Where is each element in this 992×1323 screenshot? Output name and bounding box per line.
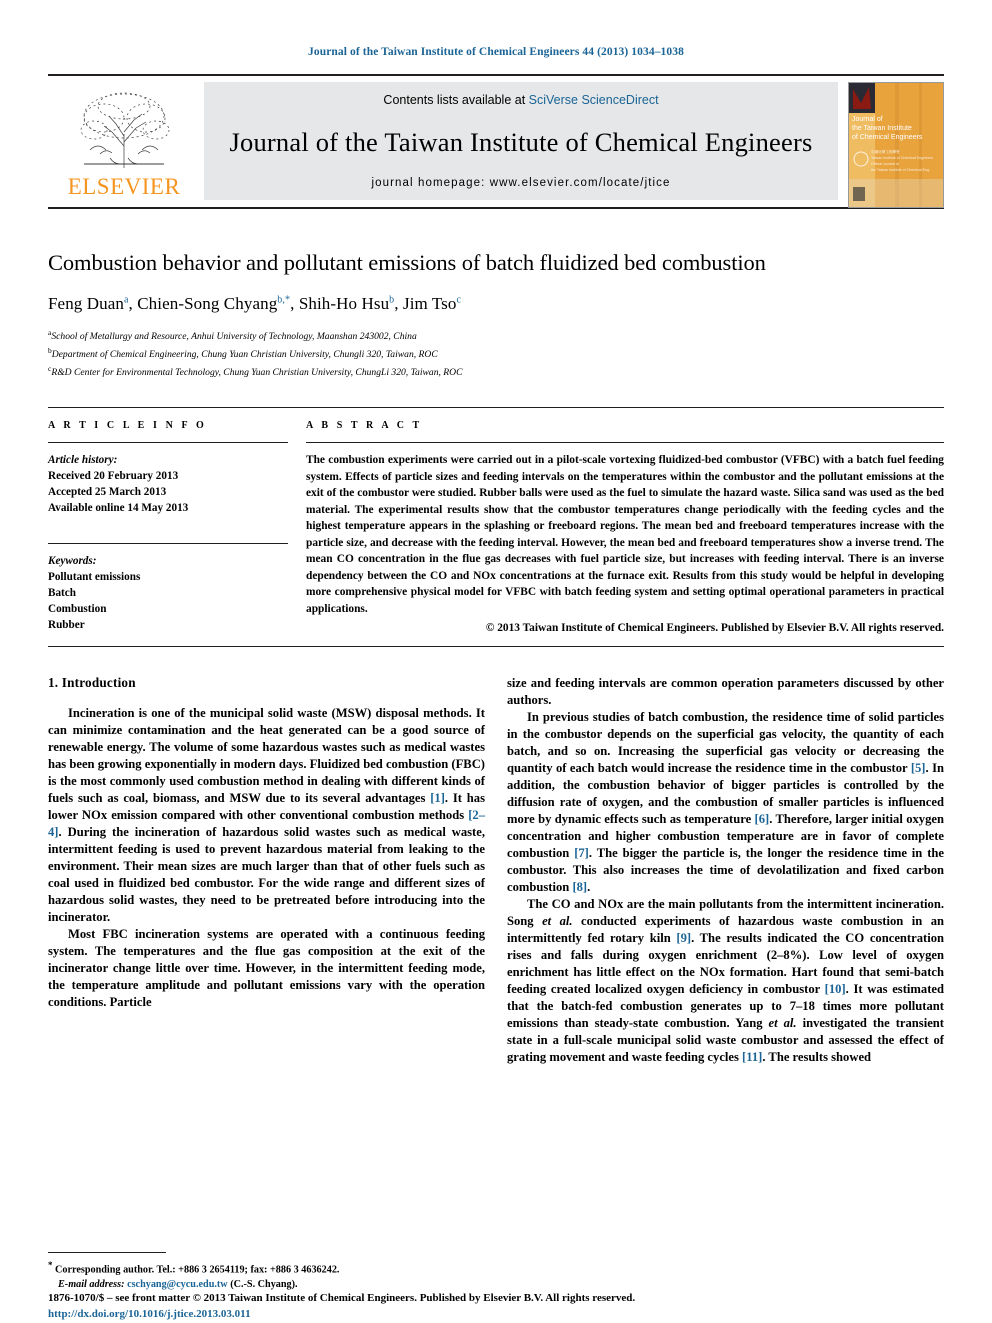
citation-ref[interactable]: [2–4] [48,808,485,839]
article-info-column: A R T I C L E I N F O Article history: R… [48,420,288,634]
article-history: Article history: Received 20 February 20… [48,452,288,516]
history-item: Received 20 February 2013 [48,470,179,483]
author-affil-marker: a [123,294,129,306]
section-heading-introduction: 1. Introduction [48,675,136,691]
citation-ref[interactable]: [1] [430,791,445,805]
corresponding-author-note: * Corresponding author. Tel.: +886 3 265… [48,1259,485,1293]
citation-ref[interactable]: [9] [676,931,691,945]
contents-available-line: Contents lists available at SciVerse Sci… [383,93,658,107]
abstract-heading: A B S T R A C T [306,420,423,432]
abstract-copyright: © 2013 Taiwan Institute of Chemical Engi… [485,622,944,635]
citation-ref[interactable]: [10] [825,982,846,996]
svg-text:Journal of: Journal of [852,116,883,123]
svg-text:Taiwan Institute of Chemical E: Taiwan Institute of Chemical Engineers [871,156,933,160]
paragraph: Most FBC incineration systems are operat… [48,927,485,1010]
svg-text:the Taiwan Institute of Chemic: the Taiwan Institute of Chemical Eng. [871,168,930,172]
paragraph: size and feeding intervals are common op… [507,676,944,708]
email-label: E-mail address: [58,1279,125,1291]
author-affil-marker: b,* [277,294,291,306]
svg-text:中國化學工程學會: 中國化學工程學會 [871,149,900,154]
citation-ref[interactable]: [11] [742,1050,762,1064]
corresponding-author-text: Corresponding author. Tel.: +886 3 26541… [55,1264,340,1276]
body-column-left: 1. Introduction Incineration is one of t… [48,675,485,1066]
masthead-center: Contents lists available at SciVerse Sci… [204,82,838,200]
affiliation-item: cR&D Center for Environmental Technology… [48,363,463,378]
affiliation-marker: c [48,363,52,373]
article-info-rule [48,442,288,444]
keywords-label: Keywords: [48,555,97,568]
journal-title: Journal of the Taiwan Institute of Chemi… [229,126,813,157]
info-abstract-block: A R T I C L E I N F O Article history: R… [48,407,944,634]
journal-homepage-link[interactable]: journal homepage: www.elsevier.com/locat… [371,177,670,189]
citation-ref[interactable]: [8] [572,880,587,894]
contents-prefix: Contents lists available at [383,93,529,107]
citation-ref[interactable]: [6] [755,812,770,826]
footnote-zone: * Corresponding author. Tel.: +886 3 265… [48,1252,485,1293]
footnote-marker: * [48,1260,53,1271]
svg-text:of Chemical Engineers: of Chemical Engineers [852,134,923,141]
keyword-item: Pollutant emissions [48,571,141,584]
email-suffix: (C.-S. Chyang). [230,1279,298,1291]
elsevier-logo: ELSEVIER [48,82,200,200]
keyword-item: Rubber [48,619,85,632]
paragraph: Incineration is one of the municipal sol… [48,706,485,925]
citation-ref[interactable]: [7] [574,846,589,860]
elsevier-tree-icon [80,92,170,168]
author-name: Feng Duana [48,294,129,314]
article-history-label: Article history: [48,454,118,467]
issn-copyright-line: 1876-1070/$ – see front matter © 2013 Ta… [48,1292,636,1305]
keyword-item: Batch [48,587,76,600]
author-name: Chien-Song Chyangb,* [137,294,291,314]
journal-cover-thumbnail[interactable]: Journal of the Taiwan Institute of Chemi… [848,82,944,208]
abstract-rule [306,442,944,444]
history-item: Accepted 25 March 2013 [48,486,167,499]
author-affil-marker: b [389,294,395,306]
body-columns: 1. Introduction Incineration is one of t… [48,675,944,1066]
journal-masthead: ELSEVIER Contents lists available at Sci… [48,74,944,208]
affiliation-marker: b [48,346,52,356]
cover-artwork: Journal of the Taiwan Institute of Chemi… [849,83,943,207]
paragraph: The CO and NOx are the main pollutants f… [507,897,944,1065]
affiliation-marker: a [48,328,52,338]
author-name: Jim Tsoc [402,294,462,314]
article-page: Journal of the Taiwan Institute of Chemi… [0,0,992,1323]
abstract-text: The combustion experiments were carried … [306,454,944,615]
footnote-rule [48,1252,166,1254]
masthead-bottom-rule [48,207,944,209]
page-footer: 1876-1070/$ – see front matter © 2013 Ta… [48,1291,948,1323]
running-head: Journal of the Taiwan Institute of Chemi… [308,46,684,58]
author-affil-marker: c [456,294,462,306]
svg-text:the Taiwan Institute: the Taiwan Institute [852,125,912,132]
sciencedirect-link[interactable]: SciVerse ScienceDirect [529,93,659,107]
author-list: Feng Duana, Chien-Song Chyangb,*, Shih-H… [48,294,462,314]
author-name: Shih-Ho Hsub [298,294,395,314]
citation-ref[interactable]: [5] [911,761,926,775]
keywords-rule [48,543,288,545]
page-title: Combustion behavior and pollutant emissi… [48,250,766,275]
email-link[interactable]: cschyang@cycu.edu.tw [127,1279,228,1290]
history-item: Available online 14 May 2013 [48,502,189,515]
doi-link[interactable]: http://dx.doi.org/10.1016/j.jtice.2013.0… [48,1307,948,1323]
affiliation-list: aSchool of Metallurgy and Resource, Anhu… [48,327,944,380]
abstract-column: A B S T R A C T The combustion experimen… [306,420,944,634]
elsevier-wordmark: ELSEVIER [67,174,181,199]
article-info-heading: A R T I C L E I N F O [48,420,207,432]
svg-text:Official Journal of: Official Journal of [871,162,899,166]
keyword-item: Combustion [48,603,107,616]
info-abstract-bottom-rule [48,646,944,648]
paragraph: In previous studies of batch combustion,… [507,710,945,895]
keywords-block: Keywords: Pollutant emissions Batch Comb… [48,553,288,633]
body-column-right: size and feeding intervals are common op… [507,675,944,1066]
affiliation-item: aSchool of Metallurgy and Resource, Anhu… [48,328,417,343]
affiliation-item: bDepartment of Chemical Engineering, Chu… [48,346,438,361]
